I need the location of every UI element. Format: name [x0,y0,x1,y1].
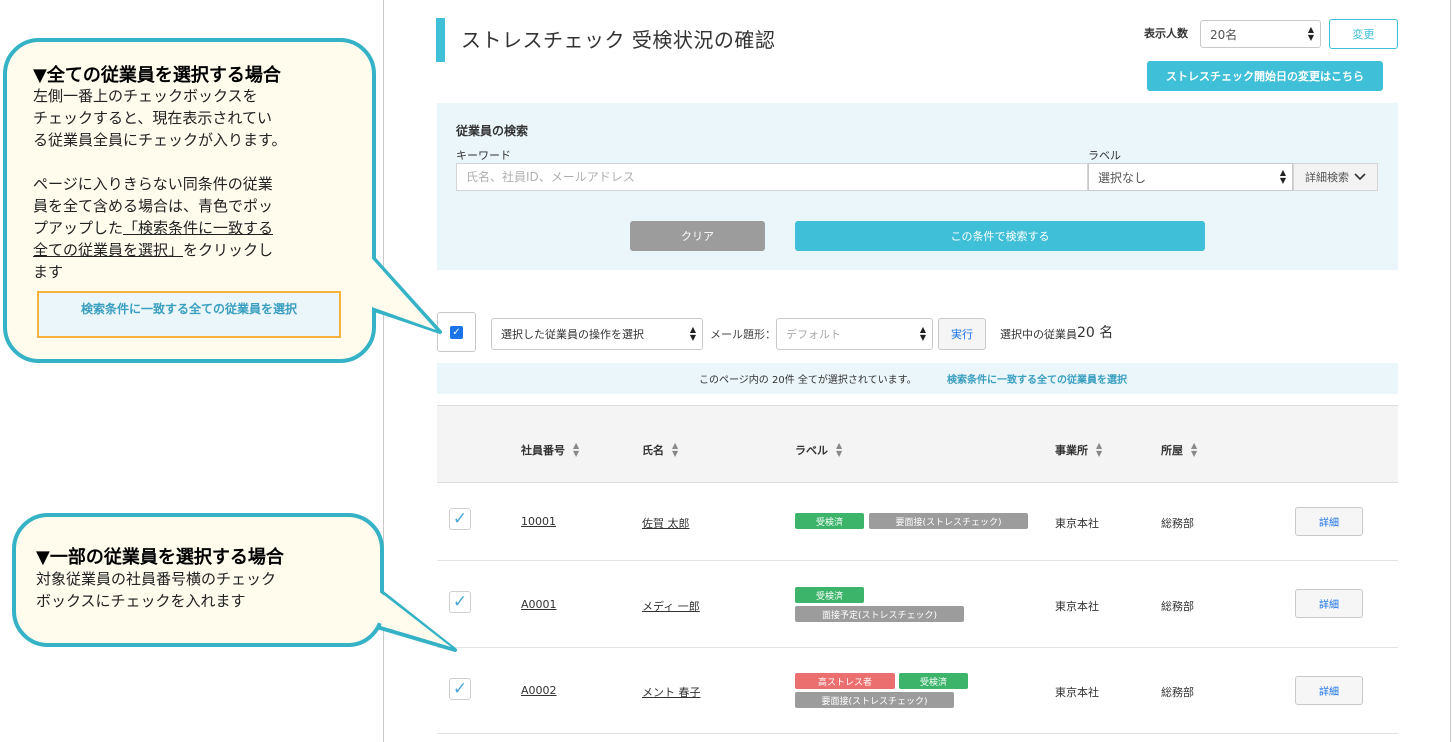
callout-partial-body: 対象従業員の社員番号横のチェック ボックスにチェックを入れます [36,568,356,612]
callout-text-line: ボックスにチェックを入れます [36,592,246,610]
callout-partial-title: ▼一部の従業員を選択する場合 [36,547,284,568]
callout-tail-cover-2 [364,580,449,646]
screenshot-stage: ストレスチェック 受検状況の確認 表示人数 20名 ▲ ▼ 変更 ストレスチェック… [0,0,1454,742]
callout-text-line: 対象従業員の社員番号横のチェック [36,570,277,588]
